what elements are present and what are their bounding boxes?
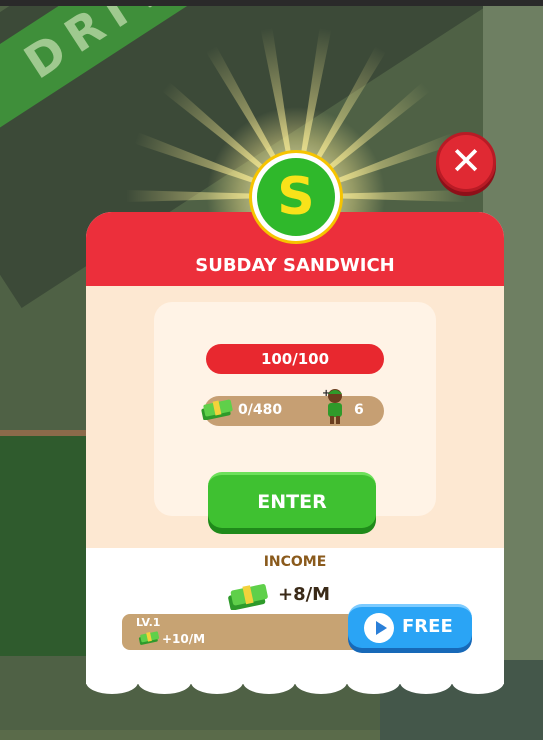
money-stack-icon (138, 631, 160, 645)
income-label: INCOME (263, 554, 327, 570)
scallop (347, 670, 400, 694)
badge-letter: S (277, 167, 315, 227)
money-stack-icon (228, 584, 268, 610)
stats-bar: 0/480 + 6 (201, 388, 384, 426)
worker-count: 6 (354, 402, 364, 418)
popup-scalloped-edge (86, 670, 504, 694)
income-value: +8/M (278, 584, 331, 605)
level-label: LV.1 (136, 616, 161, 629)
scallop (138, 670, 191, 694)
top-ruler (0, 0, 543, 6)
scallop (86, 670, 139, 694)
scallop (242, 670, 295, 694)
close-icon: ✕ (450, 138, 482, 183)
scallop (295, 670, 348, 694)
free-label: FREE (402, 616, 453, 637)
popup-title: SUBDAY SANDWICH (195, 255, 395, 276)
free-upgrade-button[interactable]: FREE (348, 604, 472, 648)
scallop (451, 670, 504, 694)
shop-badge: S (252, 153, 340, 241)
cash-counter: 0/480 (238, 402, 283, 418)
level-income: +10/M (162, 632, 206, 646)
inner-panel: 100/100 0/480 + 6 ENTER (154, 302, 436, 528)
svg-text:+: + (322, 388, 330, 399)
money-stack-icon (201, 399, 233, 420)
worker-icon: + (322, 388, 342, 424)
level-bar: LV.1 +10/M (122, 614, 372, 650)
play-icon (364, 613, 394, 643)
scallop (399, 670, 452, 694)
shop-popup: SUBDAY SANDWICH 100/100 0/480 + 6 ENTER … (86, 212, 504, 684)
popup-body: 100/100 0/480 + 6 ENTER (86, 286, 504, 548)
scallop (190, 670, 243, 694)
capacity-progress-bar: 100/100 (206, 344, 384, 374)
enter-button[interactable]: ENTER (208, 472, 376, 528)
close-button[interactable]: ✕ (436, 132, 496, 192)
